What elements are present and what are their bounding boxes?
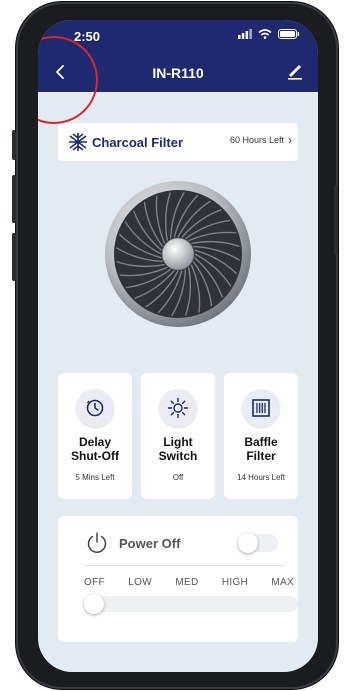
- power-status-label: Power Off: [119, 536, 181, 551]
- baffle-filter-title-line1: Baffle: [244, 435, 278, 449]
- charcoal-filter-card[interactable]: Charcoal Filter 60 Hours Left ›: [58, 123, 298, 161]
- status-time: 2:50: [74, 29, 101, 44]
- speed-label-med: MED: [175, 577, 199, 588]
- baffle-filter-title: Baffle Filter: [224, 435, 298, 463]
- delay-shutoff-title-line1: Delay: [78, 435, 112, 449]
- fan-illustration: [105, 181, 251, 327]
- chevron-right-icon: ›: [288, 133, 292, 147]
- battery-icon: [278, 29, 300, 39]
- edit-button[interactable]: [286, 62, 304, 80]
- fan-speed-labels: OFF LOW MED HIGH MAX: [84, 577, 294, 588]
- speed-label-max: MAX: [271, 577, 294, 588]
- light-switch-title-line1: Light: [163, 435, 193, 449]
- light-switch-card[interactable]: Light Switch Off: [141, 373, 215, 499]
- light-switch-title: Light Switch: [141, 435, 215, 463]
- delay-shutoff-status: 5 Mins Left: [75, 473, 115, 482]
- baffle-filter-card[interactable]: Baffle Filter 14 Hours Left: [224, 373, 298, 499]
- speed-label-off: OFF: [84, 577, 105, 588]
- light-icon-button: [159, 389, 197, 427]
- power-button: [334, 185, 338, 255]
- delay-shutoff-title: Delay Shut-Off: [58, 435, 132, 463]
- fan-speed-slider[interactable]: [84, 594, 298, 614]
- status-icons: [238, 29, 300, 39]
- light-switch-status: Off: [172, 473, 184, 482]
- mute-switch: [12, 130, 16, 160]
- divider: [84, 565, 286, 566]
- delay-shutoff-title-line2: Shut-Off: [71, 449, 119, 463]
- power-icon: [87, 532, 107, 553]
- power-control-card: Power Off OFF LOW MED HIGH MAX: [58, 516, 298, 642]
- baffle-filter-title-line2: Filter: [246, 449, 276, 463]
- speed-label-high: HIGH: [221, 577, 249, 588]
- filter-time-left: 60 Hours Left: [229, 135, 284, 145]
- baffle-filter-icon: [252, 399, 270, 417]
- baffle-filter-icon-button: [242, 389, 280, 427]
- app-screen: 2:50 IN-R110 Charcoal Filter 60 Hours Le…: [38, 20, 318, 672]
- light-icon: [167, 397, 189, 419]
- speed-label-low: LOW: [128, 577, 152, 588]
- timer-icon-button: [76, 389, 114, 427]
- delay-shutoff-card[interactable]: Delay Shut-Off 5 Mins Left: [58, 373, 132, 499]
- pencil-icon: [288, 65, 302, 80]
- signal-icon: [238, 29, 252, 39]
- volume-up-button: [12, 175, 16, 223]
- power-toggle[interactable]: [238, 533, 278, 553]
- baffle-filter-status: 14 Hours Left: [236, 473, 286, 482]
- fan-speed-slider-knob[interactable]: [84, 594, 104, 614]
- volume-down-button: [12, 233, 16, 281]
- filter-name: Charcoal Filter: [92, 134, 184, 150]
- charcoal-filter-icon: [69, 133, 87, 151]
- timer-icon: [86, 399, 104, 417]
- light-switch-title-line2: Switch: [158, 449, 198, 463]
- wifi-icon: [258, 29, 272, 39]
- power-toggle-knob: [238, 533, 258, 553]
